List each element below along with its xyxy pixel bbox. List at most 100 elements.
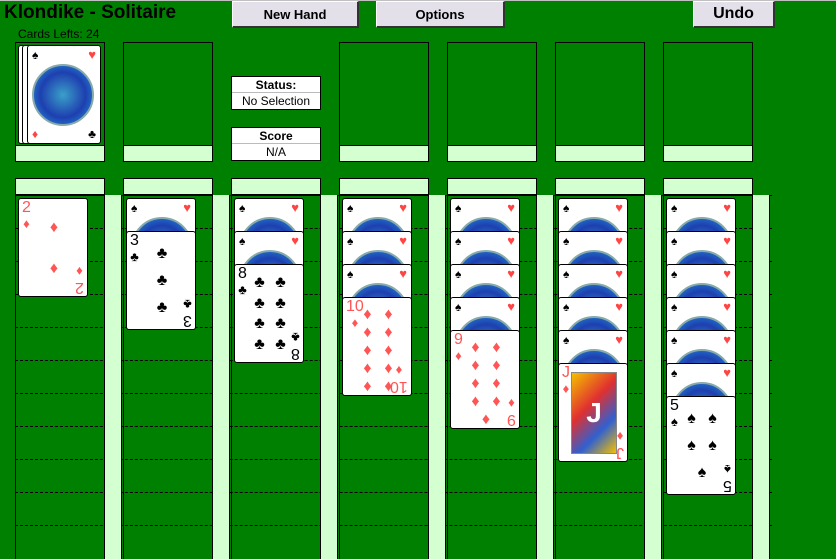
suit-pip: ♠ [687,436,696,454]
card-corner-bottom: 3 ♣ [183,296,192,329]
spade-icon: ♠ [347,201,354,215]
face-up-card[interactable]: 10 ♦ 10 ♦ ♦ ♦ ♦ ♦ ♦ ♦ ♦ ♦ ♦ ♦ [342,297,412,396]
spade-icon: ♠ [671,234,678,248]
diamond-icon: ♦ [32,127,39,141]
spade-icon: ♠ [455,234,462,248]
suit-pip: ♦ [492,339,501,356]
card-pips: ♣ ♣ ♣ [141,240,183,322]
face-up-card[interactable]: 5 ♠ 5 ♠ ♠ ♠ ♠ ♠ ♠ [666,396,736,495]
waste-pile[interactable] [123,42,213,146]
card-suit: ♦ [23,216,30,231]
heart-icon: ♥ [88,47,96,62]
pile-label-bar [123,145,213,162]
face-up-card[interactable]: 9 ♦ 9 ♦ ♦ ♦ ♦ ♦ ♦ ♦ ♦ ♦ ♦ [450,330,520,429]
card-suit: ♠ [671,414,678,429]
suit-pip: ♦ [363,378,372,395]
foundation-slot-3[interactable] [555,42,645,146]
heart-icon: ♥ [723,200,731,215]
pile-label-bar [339,145,429,162]
tableau-header-1 [15,178,105,195]
score-panel: Score N/A [231,127,321,161]
suit-pip: ♣ [275,294,286,312]
column-strip [104,195,122,559]
column-border [15,195,16,559]
suit-pip: ♦ [363,342,372,359]
face-up-card[interactable]: 2 ♦ 2 ♦ ♦ ♦ [18,198,88,297]
card-rank: 2 [75,279,84,296]
card-suit: ♦ [562,381,570,396]
face-up-card[interactable]: 8 ♣ 8 ♣ ♣ ♣ ♣ ♣ ♣ ♣ ♣ ♣ [234,264,304,363]
card-rank: 2 [22,199,31,216]
status-label: Status: [232,77,320,93]
suit-pip: ♦ [363,324,372,341]
card-pips: ♠ ♠ ♠ ♠ ♠ [681,405,723,487]
card-rank: 9 [454,331,463,348]
card-rank: 5 [723,477,732,494]
club-icon: ♣ [88,127,96,141]
suit-pip: ♦ [363,360,372,377]
card-suit: ♦ [616,429,624,444]
score-value: N/A [265,145,286,159]
card-rank: J [616,444,624,461]
suit-pip: ♠ [687,409,696,427]
suit-pip: ♦ [492,375,501,392]
status-panel: Status: No Selection [231,76,321,110]
suit-pip: ♦ [49,259,59,277]
column-strip [644,195,662,559]
options-button[interactable]: Options [376,1,505,28]
heart-icon: ♥ [615,299,623,314]
suit-pip: ♠ [708,436,717,454]
new-hand-button[interactable]: New Hand [232,1,359,28]
cards-left-counter: Cards Lefts: 24 [18,27,100,41]
card-corner-top: 9 ♦ [454,332,463,364]
card-suit: ♠ [724,462,731,477]
card-corner-bottom: 8 ♣ [291,329,300,362]
suit-pip: ♣ [275,315,286,333]
heart-icon: ♥ [615,332,623,347]
face-up-card[interactable]: J ♦ J ♦ J [558,363,628,462]
column-strip [752,195,770,559]
card-rank: 5 [670,397,679,414]
pile-label-bar [555,145,645,162]
spade-icon: ♠ [671,201,678,215]
suit-pip: ♦ [363,306,372,323]
undo-button[interactable]: Undo [693,1,775,28]
card-back-emblem [32,64,94,126]
card-suit: ♣ [291,330,300,345]
spade-icon: ♠ [347,234,354,248]
tableau-header-2 [123,178,213,195]
card-corner-top: 3 ♣ [130,233,139,265]
spade-icon: ♠ [347,267,354,281]
suit-pip: ♦ [384,324,393,341]
stock-top-card[interactable]: ♠ ♥ ♦ ♣ [27,45,101,144]
heart-icon: ♥ [507,266,515,281]
status-value: No Selection [241,94,311,108]
foundation-slot-1[interactable] [339,42,429,146]
suit-pip: ♦ [471,375,480,392]
suit-pip: ♦ [49,218,59,236]
card-suit: ♦ [455,348,462,363]
spade-icon: ♠ [32,48,39,62]
foundation-slot-4[interactable] [663,42,753,146]
heart-icon: ♥ [291,233,299,248]
tableau-header-4 [339,178,429,195]
heart-icon: ♥ [507,233,515,248]
foundation-slot-2[interactable] [447,42,537,146]
card-corner-top: 2 ♦ [22,200,31,232]
card-corner-top: J ♦ [562,365,570,397]
column-border [339,195,340,559]
face-up-card[interactable]: 3 ♣ 3 ♣ ♣ ♣ ♣ [126,231,196,330]
card-rank: 3 [130,232,139,249]
spade-icon: ♠ [563,234,570,248]
suit-pip: ♣ [275,335,286,353]
heart-icon: ♥ [183,200,191,215]
column-strip [320,195,338,559]
spade-icon: ♠ [455,300,462,314]
pile-label-bar [447,145,537,162]
heart-icon: ♥ [723,365,731,380]
tableau-header-7 [663,178,753,195]
suit-pip: ♦ [492,393,501,410]
pile-label-bar [15,145,105,162]
spade-icon: ♠ [239,234,246,248]
card-corner-bottom: 2 ♦ [75,263,84,296]
